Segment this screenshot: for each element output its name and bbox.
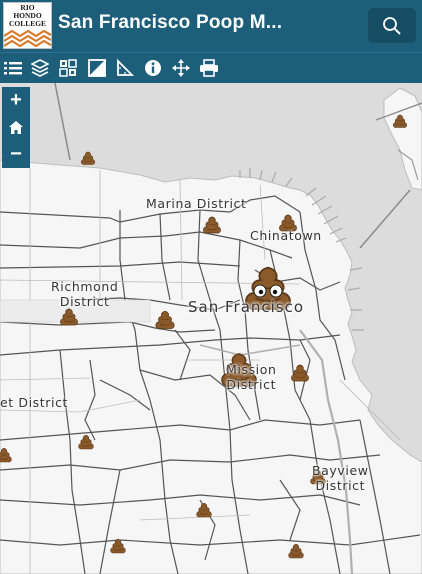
rio-hondo-college-logo: RIO HONDO COLLEGE bbox=[3, 2, 52, 49]
map-view[interactable]: Marina District Chinatown Richmond Distr… bbox=[0, 83, 422, 574]
move-button[interactable] bbox=[171, 58, 191, 78]
legend-list-icon bbox=[4, 62, 22, 75]
print-icon bbox=[200, 59, 218, 77]
home-button[interactable] bbox=[2, 114, 30, 141]
measure-button[interactable] bbox=[115, 58, 135, 78]
page-title: San Francisco Poop M... bbox=[58, 12, 283, 33]
basemap bbox=[0, 83, 422, 574]
print-button[interactable] bbox=[199, 58, 219, 78]
map-toolbar bbox=[0, 52, 422, 83]
zoom-in-button[interactable]: + bbox=[2, 87, 30, 114]
layers-icon bbox=[31, 59, 49, 77]
label-chinatown: Chinatown bbox=[250, 228, 322, 243]
label-marina-district: Marina District bbox=[146, 196, 247, 211]
app-header: RIO HONDO COLLEGE San Francisco Poop M..… bbox=[0, 0, 422, 52]
move-icon bbox=[172, 59, 190, 77]
print-area-icon bbox=[88, 59, 106, 77]
label-bayview-district: Bayview District bbox=[312, 463, 369, 493]
zoom-out-button[interactable]: − bbox=[2, 141, 30, 168]
label-san-francisco: San Francisco bbox=[188, 298, 305, 316]
basemap-gallery-icon bbox=[59, 59, 77, 77]
legend-list-button[interactable] bbox=[3, 58, 23, 78]
measure-icon bbox=[117, 59, 134, 76]
search-button[interactable] bbox=[368, 8, 416, 43]
label-sunset-district: et District bbox=[0, 395, 69, 410]
info-button[interactable] bbox=[143, 58, 163, 78]
info-icon bbox=[145, 60, 161, 76]
logo-text: RIO HONDO COLLEGE bbox=[8, 3, 47, 28]
label-mission-district: Mission District bbox=[226, 362, 277, 392]
search-icon bbox=[383, 16, 401, 35]
logo-mountains-icon bbox=[4, 29, 51, 48]
basemap-gallery-button[interactable] bbox=[58, 58, 78, 78]
label-richmond-district: Richmond District bbox=[51, 279, 119, 309]
layers-button[interactable] bbox=[30, 58, 50, 78]
home-icon bbox=[9, 121, 23, 134]
zoom-controls: + − bbox=[2, 87, 30, 168]
print-area-button[interactable] bbox=[87, 58, 107, 78]
